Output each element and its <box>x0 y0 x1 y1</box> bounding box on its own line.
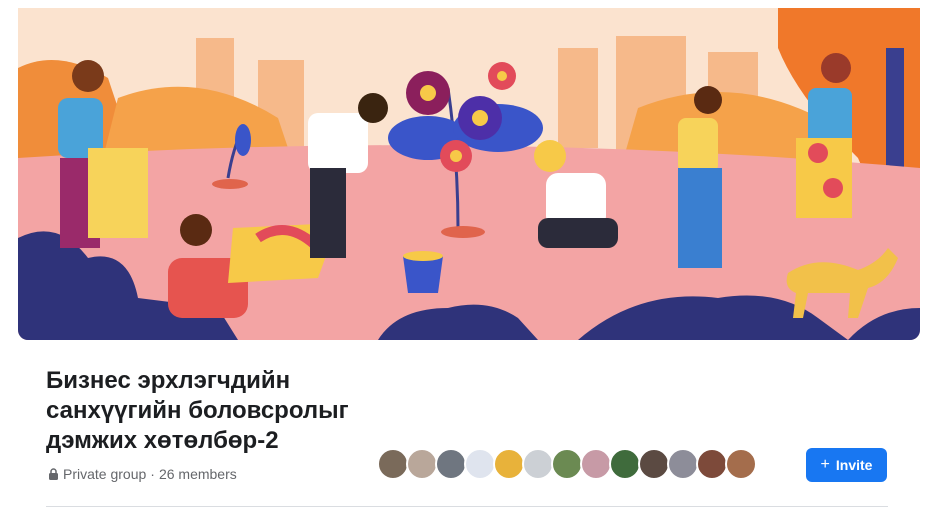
avatar[interactable] <box>377 448 409 480</box>
avatar[interactable] <box>435 448 467 480</box>
plus-icon: + <box>820 456 830 473</box>
avatar[interactable] <box>493 448 525 480</box>
avatar[interactable] <box>638 448 670 480</box>
group-title-line: Бизнес эрхлэгчдийн <box>46 367 291 394</box>
group-meta: Private group · 26 members <box>48 466 237 482</box>
separator: · <box>150 466 155 482</box>
privacy-label[interactable]: Private group <box>63 466 146 482</box>
group-title[interactable]: Бизнес эрхлэгчдийн санхүүгийн боловсролы… <box>46 366 426 456</box>
divider <box>46 506 888 507</box>
avatar[interactable] <box>522 448 554 480</box>
avatar[interactable] <box>725 448 757 480</box>
group-title-line: санхүүгийн боловсролыг <box>46 397 349 424</box>
avatar[interactable] <box>406 448 438 480</box>
lock-icon <box>49 468 58 480</box>
avatar[interactable] <box>609 448 641 480</box>
avatar[interactable] <box>551 448 583 480</box>
invite-button[interactable]: + Invite <box>806 448 887 482</box>
group-title-line: дэмжих хөтөлбөр-2 <box>46 427 279 454</box>
member-count[interactable]: 26 members <box>159 466 237 482</box>
avatar[interactable] <box>667 448 699 480</box>
avatar[interactable] <box>580 448 612 480</box>
member-avatars[interactable] <box>377 448 757 480</box>
cover-photo[interactable] <box>18 8 920 340</box>
invite-label: Invite <box>835 457 873 473</box>
avatar[interactable] <box>464 448 496 480</box>
avatar[interactable] <box>696 448 728 480</box>
